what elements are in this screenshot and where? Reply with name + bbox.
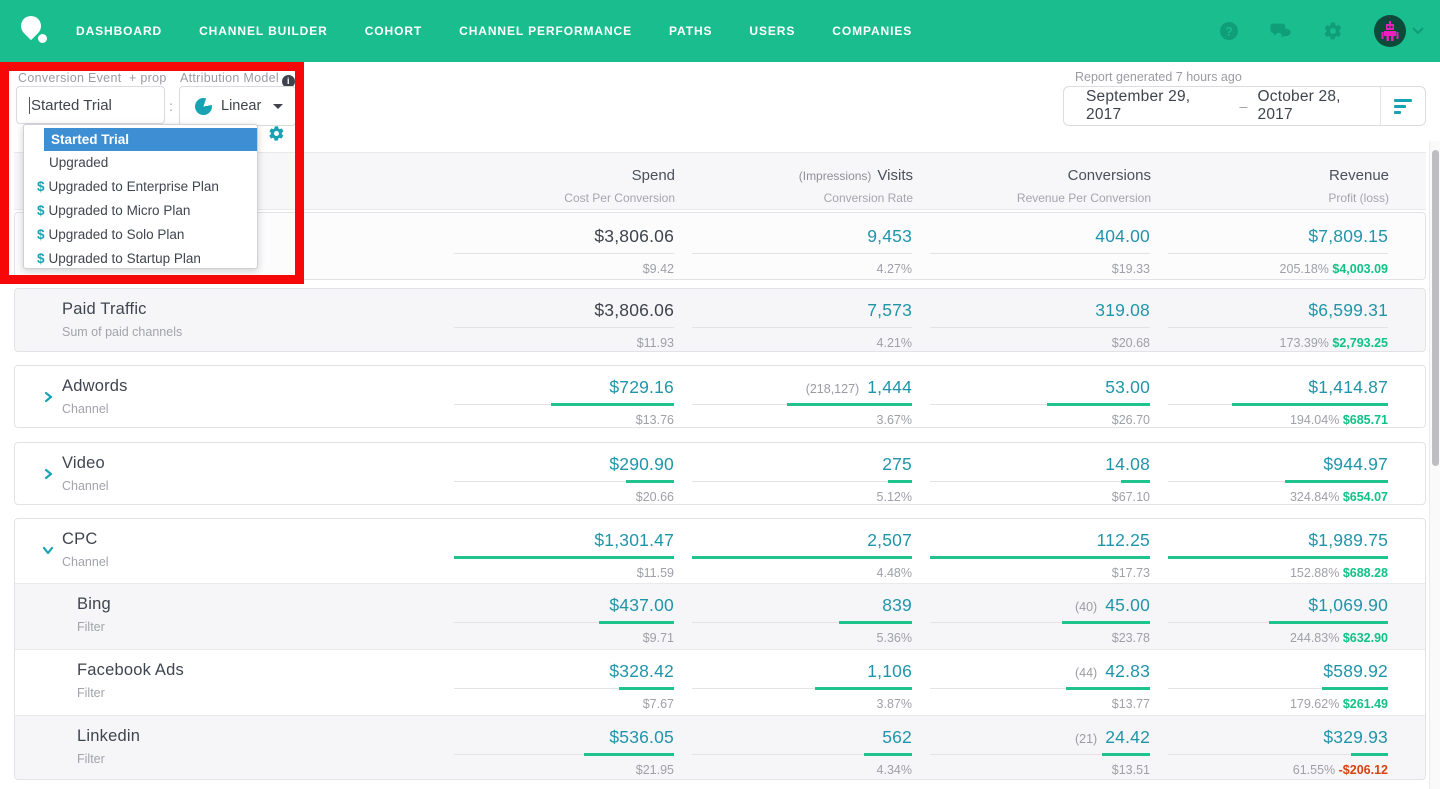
chevron-right-icon[interactable]: [42, 390, 54, 408]
header-spend: Spend Cost Per Conversion: [564, 167, 675, 205]
row-linkedin[interactable]: Linkedin Filter $536.05 $21.95 562 4.34%…: [15, 715, 1425, 779]
row-video[interactable]: Video Channel $290.90 $20.66 275 5.12% 1…: [14, 442, 1426, 505]
revenue-cell: $7,809.15 205.18% $4,003.09: [1168, 226, 1388, 276]
revenue-cell: $589.92 179.62% $261.49: [1168, 661, 1388, 715]
visits-cell: 839 5.36%: [692, 595, 912, 649]
user-avatar[interactable]: [1374, 15, 1406, 47]
visits-cell: 275 5.12%: [692, 454, 912, 504]
conversions-cell: 14.08 $67.10: [930, 454, 1150, 504]
visits-cell: 1,106 3.87%: [692, 661, 912, 715]
add-prop-button[interactable]: + prop: [129, 71, 167, 85]
scrollbar-track[interactable]: [1429, 141, 1440, 789]
conversions-cell: (40) 45.00 $23.78: [930, 595, 1150, 649]
conversions-cell: 53.00 $26.70: [930, 377, 1150, 427]
spend-cell: $437.00 $9.71: [454, 595, 674, 649]
revenue-cell: $1,069.90 244.83% $632.90: [1168, 595, 1388, 649]
date-range-value: September 29, 2017 – October 28, 2017: [1086, 88, 1341, 123]
dropdown-option-started-trial[interactable]: Started Trial: [44, 128, 257, 151]
dropdown-option-startup[interactable]: $ Upgraded to Startup Plan: [24, 247, 257, 271]
chat-icon[interactable]: [1270, 20, 1292, 42]
dropdown-option-solo[interactable]: $ Upgraded to Solo Plan: [24, 223, 257, 247]
report-generated-note: Report generated 7 hours ago: [1075, 70, 1242, 84]
dollar-icon: $: [37, 251, 45, 266]
nav-right-icons: ?: [1218, 15, 1440, 47]
nav-item-cohort[interactable]: COHORT: [365, 24, 422, 38]
report-filter-icon[interactable]: [1381, 98, 1425, 114]
nav-item-paths[interactable]: PATHS: [669, 24, 712, 38]
row-paid-traffic[interactable]: Paid Traffic Sum of paid channels $3,806…: [14, 288, 1426, 352]
svg-text:?: ?: [1225, 25, 1232, 39]
conversions-cell: (21) 24.42 $13.51: [930, 727, 1150, 779]
conversion-event-dropdown: Started Trial Upgraded $ Upgraded to Ente…: [23, 124, 258, 269]
spend-cell: $3,806.06 $11.93: [454, 300, 674, 350]
visits-cell: 562 4.34%: [692, 727, 912, 779]
visits-cell: 9,453 4.27%: [692, 226, 912, 276]
dropdown-option-upgraded[interactable]: Upgraded: [24, 151, 257, 175]
row-facebook-ads[interactable]: Facebook Ads Filter $328.42 $7.67 1,106 …: [15, 649, 1425, 715]
dollar-icon: $: [37, 203, 45, 218]
chevron-down-icon[interactable]: [42, 543, 54, 561]
top-nav: DASHBOARD CHANNEL BUILDER COHORT CHANNEL…: [0, 0, 1440, 62]
row-cpc[interactable]: CPC Channel $1,301.47 $11.59 2,507 4.48%…: [15, 519, 1425, 583]
nav-item-channel-builder[interactable]: CHANNEL BUILDER: [199, 24, 328, 38]
date-range-picker[interactable]: September 29, 2017 – October 28, 2017: [1063, 86, 1426, 126]
conversions-cell: 319.08 $20.68: [930, 300, 1150, 350]
dropdown-option-micro[interactable]: $ Upgraded to Micro Plan: [24, 199, 257, 223]
visits-cell: 2,507 4.48%: [692, 530, 912, 583]
conversions-cell: 112.25 $17.73: [930, 530, 1150, 583]
header-visits: (Impressions) Visits Conversion Rate: [798, 167, 913, 205]
filter-separator: :: [169, 98, 173, 114]
app-logo-icon[interactable]: [16, 11, 52, 48]
conversion-event-input[interactable]: Started Trial: [16, 86, 165, 124]
revenue-cell: $1,989.75 152.88% $688.28: [1168, 530, 1388, 583]
chevron-right-icon[interactable]: [42, 467, 54, 485]
spend-cell: $290.90 $20.66: [454, 454, 674, 504]
row-cpc-group: CPC Channel $1,301.47 $11.59 2,507 4.48%…: [14, 518, 1426, 780]
conversions-cell: 404.00 $19.33: [930, 226, 1150, 276]
nav-item-channel-performance[interactable]: CHANNEL PERFORMANCE: [459, 24, 632, 38]
row-adwords[interactable]: Adwords Channel $729.16 $13.76 (218,127)…: [14, 365, 1426, 428]
attribution-model-select[interactable]: Linear: [179, 86, 296, 126]
spend-cell: $729.16 $13.76: [454, 377, 674, 427]
settings-gear-icon[interactable]: [1322, 20, 1344, 42]
text-cursor: [29, 96, 30, 114]
header-revenue: Revenue Profit (loss): [1328, 167, 1389, 205]
user-menu[interactable]: [1374, 15, 1424, 47]
visits-cell: (218,127) 1,444 3.67%: [692, 377, 912, 427]
spend-cell: $328.42 $7.67: [454, 661, 674, 715]
spend-cell: $1,301.47 $11.59: [454, 530, 674, 583]
help-icon[interactable]: ?: [1218, 20, 1240, 42]
revenue-cell: $944.97 324.84% $654.07: [1168, 454, 1388, 504]
caret-down-icon: [273, 103, 284, 109]
nav-item-companies[interactable]: COMPANIES: [832, 24, 912, 38]
conversions-cell: (44) 42.83 $13.77: [930, 661, 1150, 715]
revenue-cell: $329.93 61.55% -$206.12: [1168, 727, 1388, 779]
chevron-down-icon[interactable]: [1412, 27, 1424, 35]
dropdown-option-enterprise[interactable]: $ Upgraded to Enterprise Plan: [24, 175, 257, 199]
header-conversions: Conversions Revenue Per Conversion: [1016, 167, 1151, 205]
row-bing[interactable]: Bing Filter $437.00 $9.71 839 5.36% (40)…: [15, 583, 1425, 649]
revenue-cell: $6,599.31 173.39% $2,793.25: [1168, 300, 1388, 350]
spend-cell: $3,806.06 $9.42: [454, 226, 674, 276]
nav-item-dashboard[interactable]: DASHBOARD: [76, 24, 162, 38]
pie-chart-icon: [192, 95, 215, 117]
nav-item-users[interactable]: USERS: [749, 24, 795, 38]
conversion-event-label: Conversion Event + prop: [18, 71, 167, 85]
revenue-cell: $1,414.87 194.04% $685.71: [1168, 377, 1388, 427]
dollar-icon: $: [37, 179, 45, 194]
metric-gear-icon[interactable]: [268, 125, 285, 147]
scrollbar-thumb[interactable]: [1432, 150, 1439, 466]
spend-cell: $536.05 $21.95: [454, 727, 674, 779]
visits-cell: 7,573 4.21%: [692, 300, 912, 350]
dollar-icon: $: [37, 227, 45, 242]
nav-menu: DASHBOARD CHANNEL BUILDER COHORT CHANNEL…: [76, 24, 912, 38]
